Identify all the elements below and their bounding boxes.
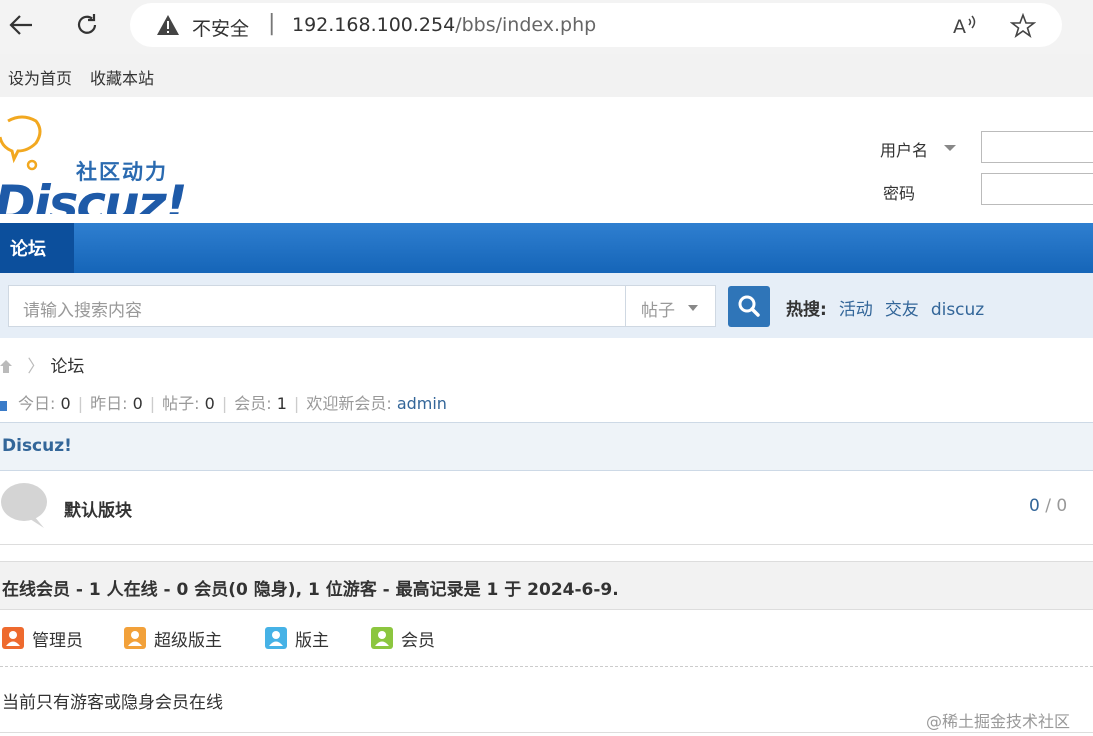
search-type-select[interactable]: 帖子 [625,285,716,327]
refresh-icon[interactable] [72,10,102,40]
username-label[interactable]: 用户名 [880,137,928,161]
forum-count-slash: / [1039,496,1057,516]
svg-text:A: A [953,16,966,37]
legend-super-moderator: 超级版主 [124,626,222,651]
stat-members-label: 会员: [234,394,272,413]
address-separator: | [268,11,276,36]
legend-moderator: 版主 [265,626,329,651]
forum-counts: 0 / 0 [1029,496,1067,516]
site-header: 社区动力 Discuz! 用户名 密码 [0,97,1093,223]
main-nav: 论坛 [0,223,1093,273]
stat-divider: | [149,394,156,413]
legend-label: 版主 [295,630,329,651]
top-links-bar: 设为首页 收藏本站 [0,54,1093,98]
favorite-star-icon[interactable] [1009,12,1037,43]
browser-toolbar: 不安全 | 192.168.100.254/bbs/index.php A [0,0,1093,54]
url-text[interactable]: 192.168.100.254/bbs/index.php [292,14,596,36]
divider [0,732,1093,733]
member-user-icon [371,627,393,649]
hot-search: 热搜: 活动 交友 discuz [786,295,984,320]
username-input[interactable] [981,131,1093,163]
breadcrumb: 〉论坛 [0,352,84,377]
legend-admin: 管理员 [2,626,83,651]
nav-tab-forum[interactable]: 论坛 [0,223,74,273]
hot-search-item[interactable]: 活动 [839,300,873,320]
url-path: /bbs/index.php [455,14,597,36]
address-bar[interactable]: 不安全 | 192.168.100.254/bbs/index.php A [130,3,1062,47]
online-note: 当前只有游客或隐身会员在线 [2,693,223,713]
forum-count-b: 0 [1056,496,1068,516]
home-icon[interactable] [0,358,12,374]
forum-bubble-icon [1,483,47,528]
moderator-user-icon [265,627,287,649]
stat-divider: | [221,394,228,413]
search-input[interactable]: 请输入搜索内容 [8,285,626,327]
stats-icon [0,401,7,411]
breadcrumb-current[interactable]: 论坛 [50,357,84,377]
stat-today: 0 [60,394,71,413]
legend-label: 管理员 [32,630,83,651]
super-moderator-user-icon [124,627,146,649]
stat-yesterday: 0 [132,394,143,413]
breadcrumb-separator-icon: 〉 [27,357,45,377]
password-input[interactable] [981,173,1093,205]
bookmark-link[interactable]: 收藏本站 [90,65,154,89]
legend-member: 会员 [371,626,435,651]
discuz-logo[interactable]: 社区动力 Discuz! [0,109,200,214]
nav-tab-forum-label: 论坛 [10,239,46,260]
chevron-down-icon [688,305,698,311]
forum-name-link[interactable]: 默认版块 [64,496,132,521]
stat-divider: | [77,394,84,413]
legend-label: 超级版主 [154,630,222,651]
username-dropdown-icon[interactable] [944,145,956,151]
back-icon[interactable] [6,10,36,40]
forum-group-title[interactable]: Discuz! [2,436,72,456]
forum-count-a: 0 [1029,496,1040,516]
stat-welcome-label: 欢迎新会员: [306,394,392,413]
forum-group-header: Discuz! [0,422,1093,471]
forum-row: 默认版块 0 / 0 [0,470,1093,545]
stat-members: 1 [276,394,287,413]
admin-user-icon [2,627,24,649]
search-bar: 请输入搜索内容 帖子 热搜: 活动 交友 discuz [0,273,1093,338]
warning-icon[interactable] [156,14,180,40]
watermark: @稀土掘金技术社区 [926,712,1071,731]
newest-member-link[interactable]: admin [397,394,447,413]
stat-today-label: 今日: [18,394,56,413]
search-button[interactable] [728,286,770,327]
read-aloud-icon[interactable]: A [952,13,978,41]
svg-text:Discuz!: Discuz! [0,175,186,214]
insecure-label[interactable]: 不安全 [192,14,249,41]
stat-posts-label: 帖子: [162,394,200,413]
hot-search-label: 热搜: [786,300,827,320]
legend-label: 会员 [401,630,435,651]
stat-posts: 0 [204,394,215,413]
search-icon [738,295,760,317]
search-type-value: 帖子 [641,301,675,321]
divider [0,666,1093,667]
stat-divider: | [293,394,300,413]
url-host: 192.168.100.254 [292,14,456,36]
hot-search-item[interactable]: discuz [931,300,984,320]
online-header: 在线会员 - 1 人在线 - 0 会员(0 隐身), 1 位游客 - 最高记录是… [0,561,1093,610]
online-summary: 在线会员 - 1 人在线 - 0 会员(0 隐身), 1 位游客 - 最高记录是… [2,580,619,600]
stat-yesterday-label: 昨日: [90,394,128,413]
password-label: 密码 [883,184,916,203]
search-placeholder: 请输入搜索内容 [23,301,142,321]
forum-stats: 今日: 0 | 昨日: 0 | 帖子: 0 | 会员: 1 | 欢迎新会员: admin [0,390,447,414]
set-home-link[interactable]: 设为首页 [8,65,72,89]
hot-search-item[interactable]: 交友 [885,300,919,320]
